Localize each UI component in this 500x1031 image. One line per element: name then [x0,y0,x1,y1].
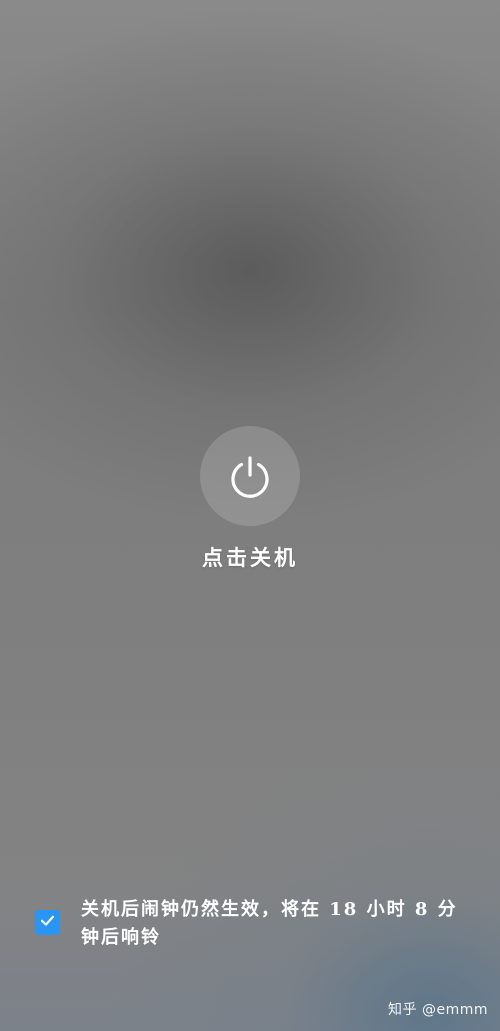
alarm-option-text: 关机后闹钟仍然生效，将在 18 小时 8 分钟后响铃 [81,899,458,948]
check-icon [39,912,56,933]
power-icon [225,451,275,501]
watermark: 知乎 @emmm [388,1002,488,1018]
power-off-button[interactable] [200,426,300,526]
alarm-after-shutdown-option[interactable]: 关机后闹钟仍然生效，将在 18 小时 8 分钟后响铃 [35,896,475,952]
alarm-checkbox[interactable] [35,910,60,935]
power-off-area: 点击关机 [0,426,500,572]
power-off-screen: 点击关机 关机后闹钟仍然生效，将在 18 小时 8 分钟后响铃 知乎 @emmm [0,0,500,1031]
power-off-label: 点击关机 [202,545,298,570]
